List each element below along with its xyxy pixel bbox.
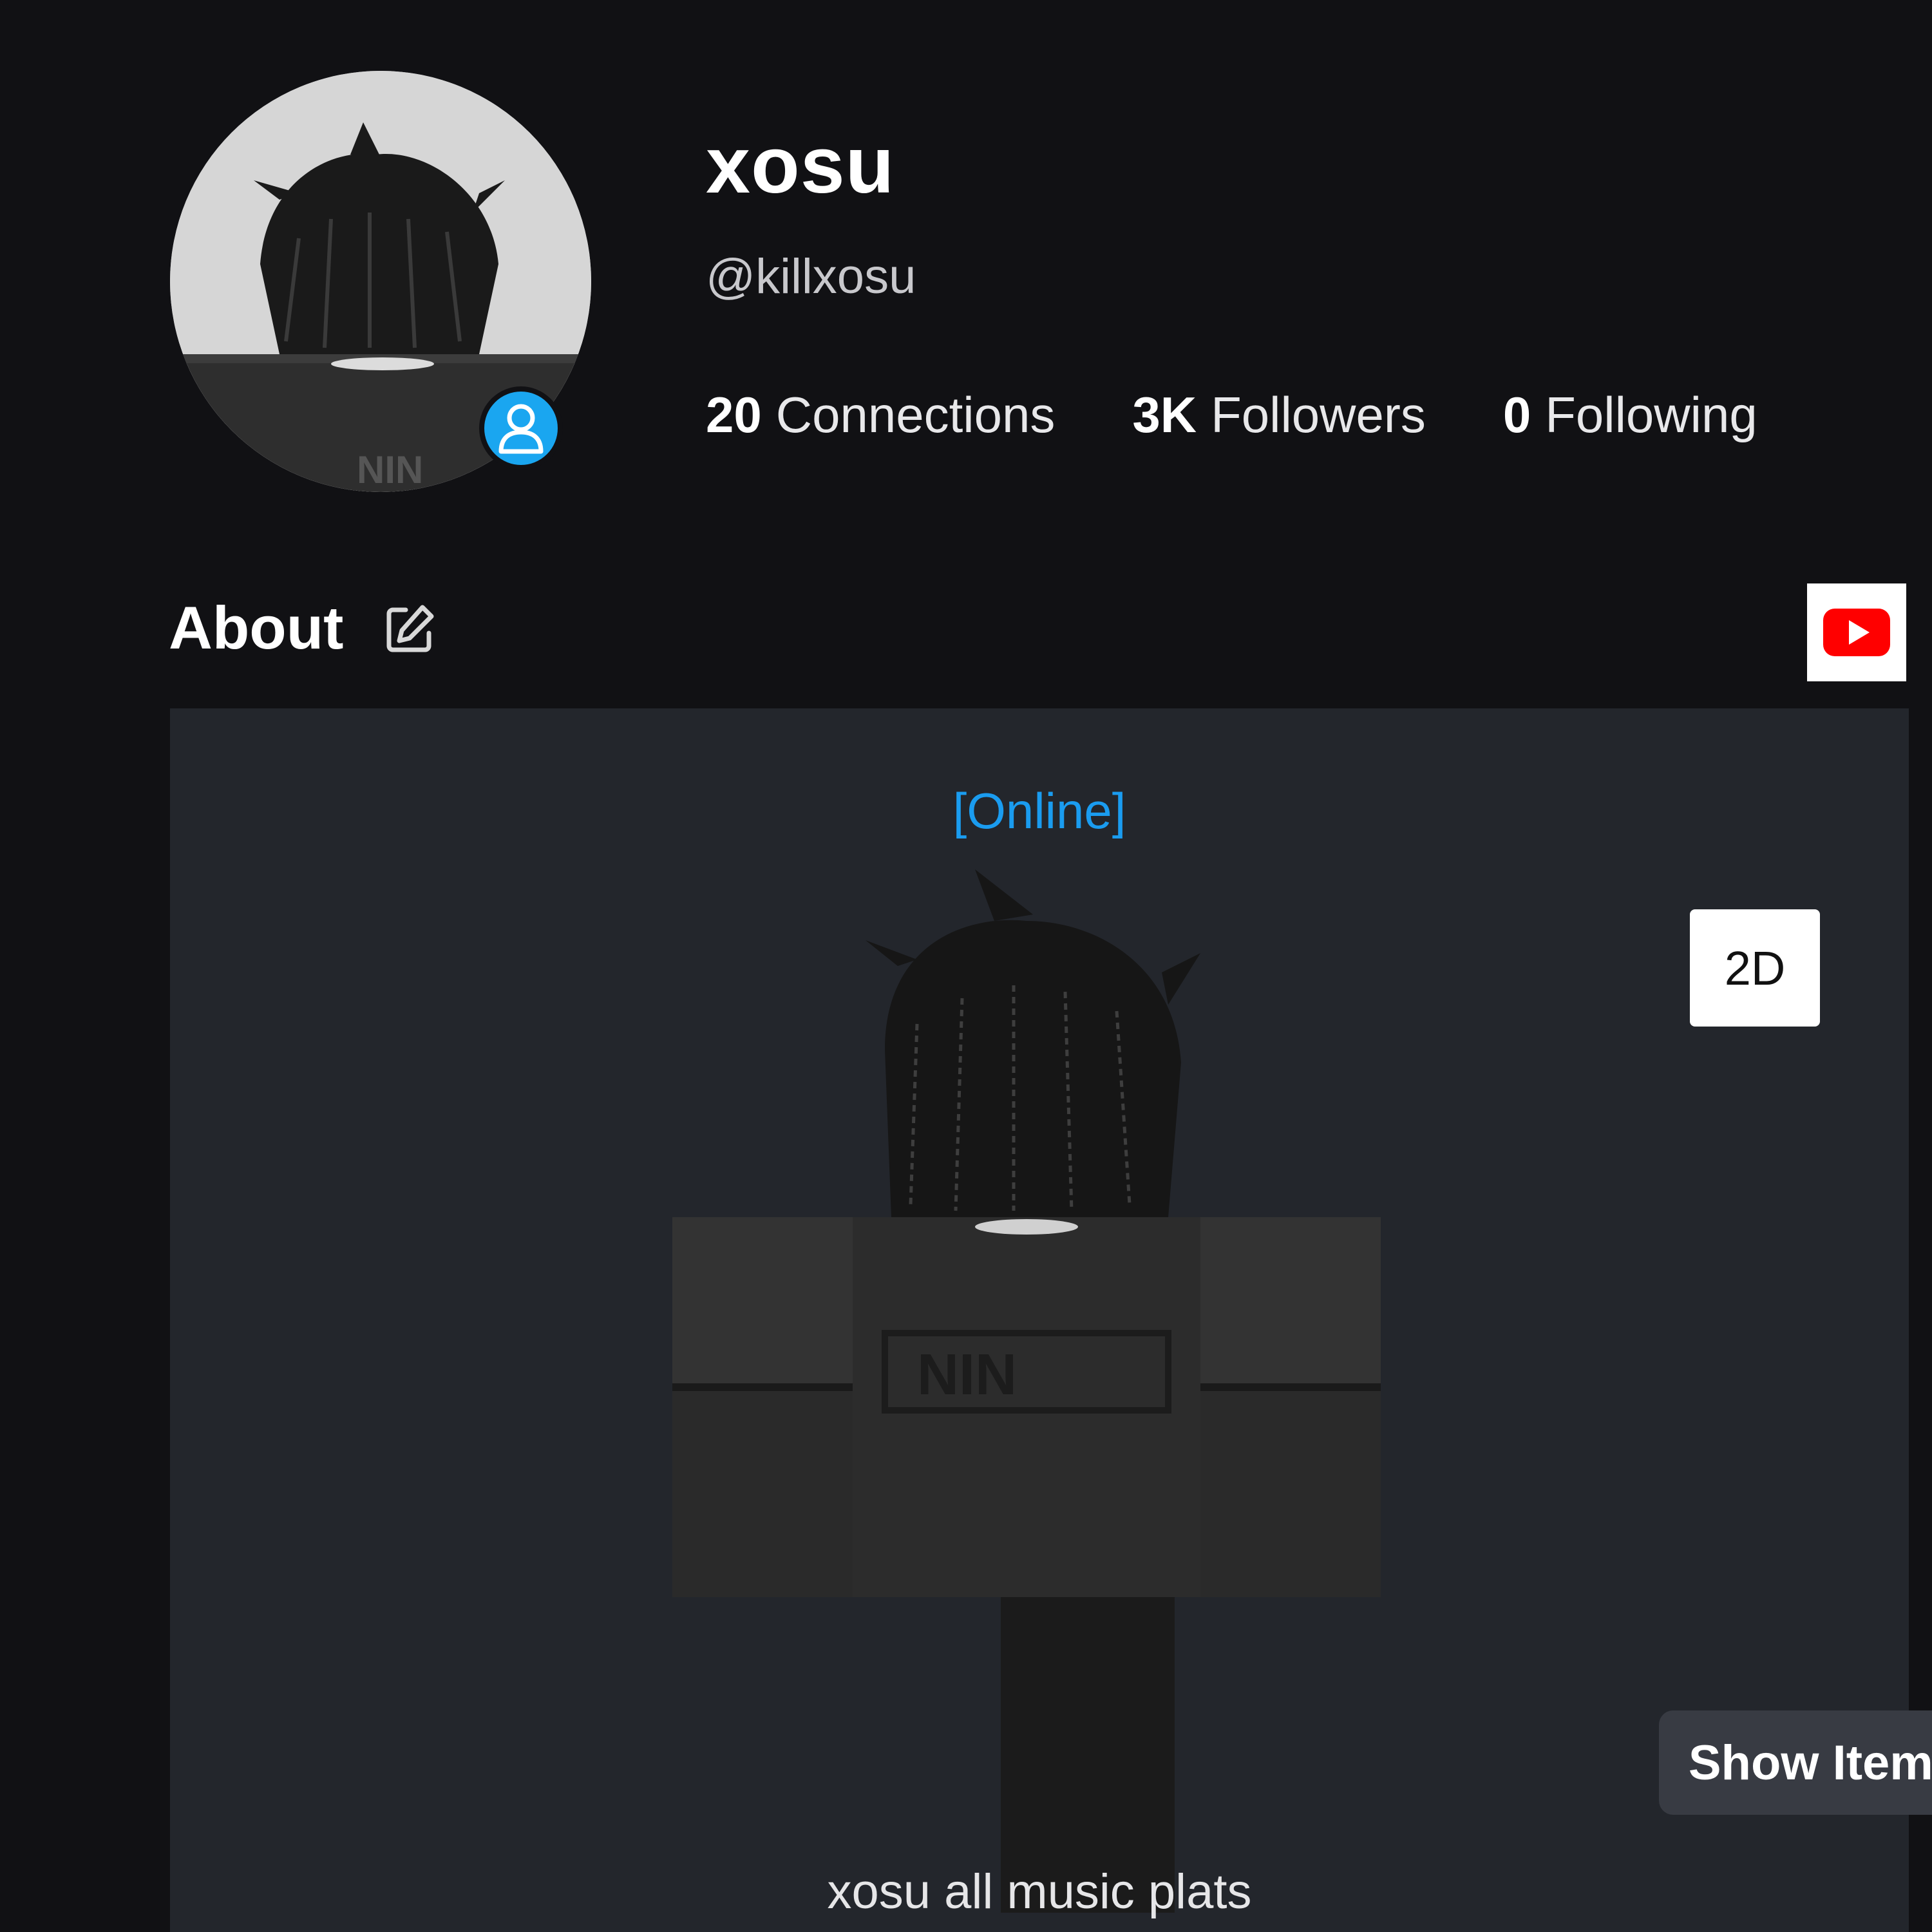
display-name: xosu xyxy=(706,121,895,210)
person-icon xyxy=(498,404,544,454)
toggle-2d-button[interactable]: 2D xyxy=(1690,909,1820,1027)
show-items-button[interactable]: Show Items xyxy=(1659,1710,1932,1815)
stat-connections[interactable]: 20 Connections xyxy=(706,390,1055,440)
avatar-container: NIN xyxy=(170,71,591,492)
youtube-icon xyxy=(1823,609,1890,656)
pencil-square-icon[interactable] xyxy=(384,602,437,655)
avatar-3d-view[interactable]: NIN xyxy=(672,857,1381,1926)
stat-label: Connections xyxy=(775,386,1056,443)
online-status: [Online] xyxy=(952,782,1126,839)
stat-value: 0 xyxy=(1502,386,1531,443)
stat-value: 20 xyxy=(706,386,762,443)
youtube-link-button[interactable] xyxy=(1807,583,1906,681)
profile-page: NIN xosu @killxosu 20 Connections 3K Fol… xyxy=(0,0,1932,1932)
svg-text:NIN: NIN xyxy=(917,1343,1017,1407)
svg-text:NIN: NIN xyxy=(357,448,423,491)
profile-stats: 20 Connections 3K Followers 0 Following xyxy=(706,390,1757,440)
presence-badge xyxy=(479,386,563,470)
stat-label: Followers xyxy=(1211,386,1426,443)
stat-following[interactable]: 0 Following xyxy=(1503,390,1757,440)
username: @killxosu xyxy=(706,249,916,304)
avatar-panel: [Online] NIN 2D Show Item xosu all music… xyxy=(170,708,1932,1932)
stat-followers[interactable]: 3K Followers xyxy=(1132,390,1425,440)
stat-value: 3K xyxy=(1132,386,1197,443)
about-heading: About xyxy=(169,594,344,661)
bio-text: xosu all music plats xyxy=(827,1864,1252,1919)
avatar-3d-image: NIN xyxy=(672,869,1381,1913)
stat-label: Following xyxy=(1545,386,1757,443)
